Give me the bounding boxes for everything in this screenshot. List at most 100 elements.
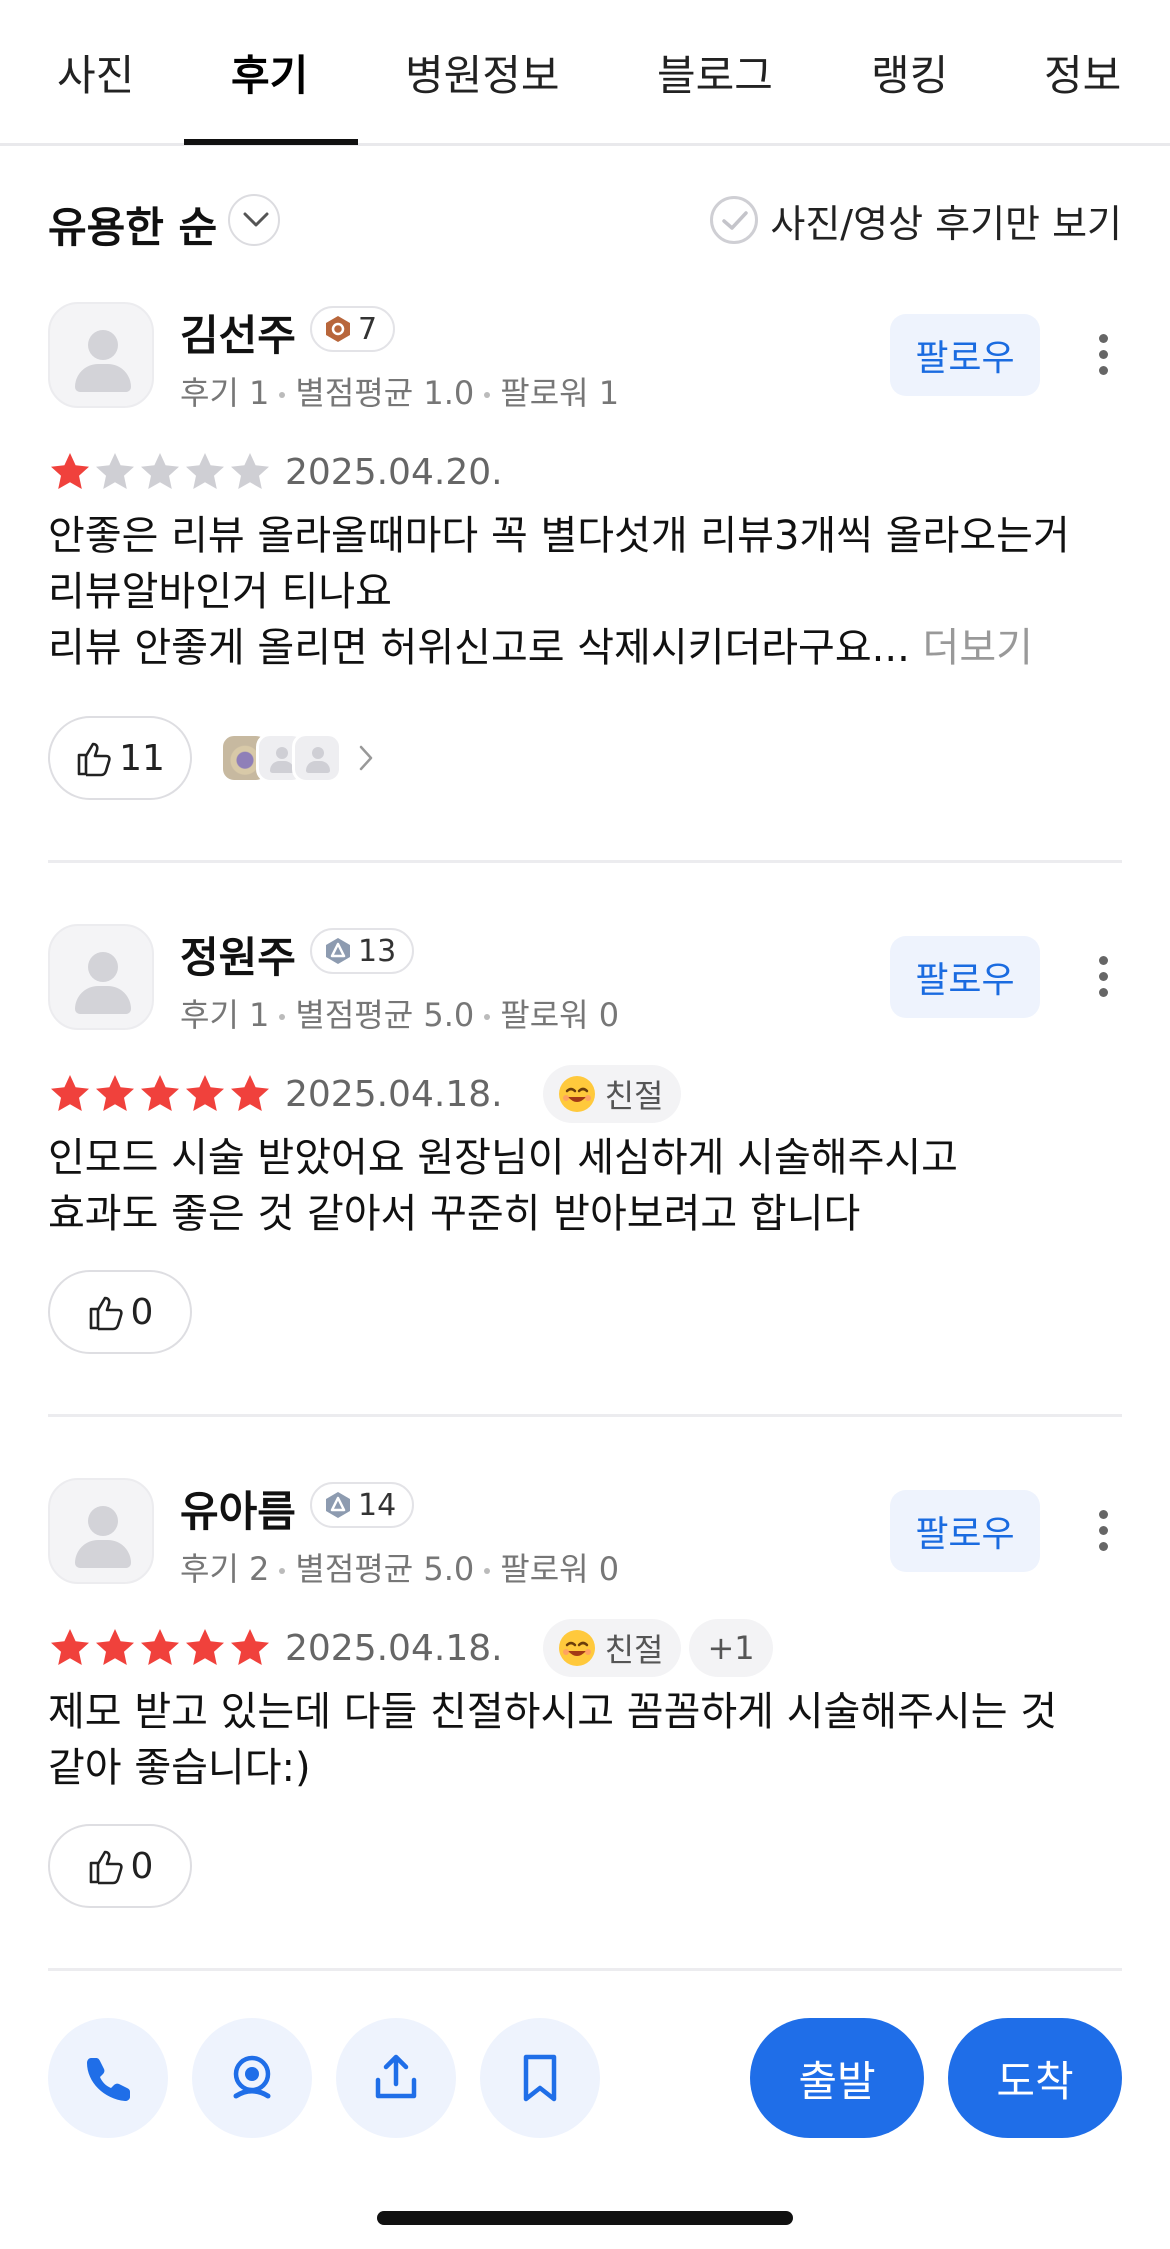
review-text: 인모드 시술 받았어요 원장님이 세심하게 시술해주시고 효과도 좋은 것 같아… [48, 1130, 1138, 1242]
share-button[interactable] [336, 2018, 456, 2138]
review-date: 2025.04.18. [285, 1073, 503, 1115]
depart-button[interactable]: 출발 [750, 2018, 924, 2138]
tab-bar: 사진 후기 병원정보 블로그 랭킹 정보 [0, 0, 1170, 146]
review-text: 안좋은 리뷰 올라올때마다 꼭 별다섯개 리뷰3개씩 올라오는거 리뷰알바인거 … [48, 508, 1138, 676]
star-filled-icon [96, 1629, 134, 1665]
reviewer-name[interactable]: 유아름 [180, 1478, 296, 1539]
home-indicator [377, 2211, 793, 2225]
reviewer-name[interactable]: 김선주 [180, 302, 296, 363]
thumbs-up-icon [89, 1296, 123, 1331]
smiling-face-icon [558, 1076, 595, 1112]
street-view-button[interactable] [192, 2018, 312, 2138]
street-view-icon [233, 2055, 271, 2099]
star-filled-icon [231, 1075, 269, 1111]
tab-blog[interactable]: 블로그 [657, 42, 773, 103]
avatar[interactable] [48, 1478, 154, 1584]
level-badge: 14 [310, 1482, 415, 1528]
share-icon [375, 2054, 417, 2099]
silver-hexagon-icon [326, 938, 350, 964]
review-date: 2025.04.20. [285, 451, 503, 493]
star-filled-icon [141, 1075, 179, 1111]
follower-count: 팔로워 0 [500, 1550, 620, 1588]
tab-hospital-info[interactable]: 병원정보 [405, 42, 560, 103]
divider [48, 1968, 1122, 1971]
likers-preview[interactable] [220, 728, 374, 788]
reviewer-stats: 후기 2 별점평균 5.0 팔로워 0 [180, 1544, 619, 1590]
thumbs-up-icon [77, 742, 111, 777]
level-badge: 7 [310, 306, 396, 352]
review-text-line: 인모드 시술 받았어요 원장님이 세심하게 시술해주시고 [48, 1135, 958, 1181]
star-rating [48, 1072, 273, 1116]
rating-row: 2025.04.18. 친절 +1 [48, 1618, 773, 1678]
smiling-face-icon [558, 1630, 595, 1666]
like-button[interactable]: 11 [48, 716, 192, 800]
chevron-right-icon [359, 745, 373, 771]
reviewer-name[interactable]: 정원주 [180, 924, 296, 985]
review-card: 정원주 13 후기 1 별점평균 5.0 팔로워 0 팔로우 2025.04.18.… [48, 924, 1122, 1364]
photo-video-filter[interactable]: 사진/영상 후기만 보기 [710, 194, 1122, 246]
chevron-down-icon [243, 212, 269, 227]
like-button[interactable]: 0 [48, 1270, 192, 1354]
review-card: 김선주 7 후기 1 별점평균 1.0 팔로워 1 팔로우 2025.04.20. … [48, 302, 1122, 802]
divider [48, 1414, 1122, 1417]
tab-photos[interactable]: 사진 [57, 42, 134, 103]
keyword-label: 친절 [604, 1077, 664, 1115]
call-button[interactable] [48, 2018, 168, 2138]
sort-label[interactable]: 유용한 순 [48, 194, 217, 255]
review-date: 2025.04.18. [285, 1627, 503, 1669]
review-text: 제모 받고 있는데 다들 친절하시고 꼼꼼하게 시술해주시는 것 같아 좋습니다… [48, 1684, 1138, 1796]
bronze-hexagon-icon [326, 316, 350, 342]
like-button[interactable]: 0 [48, 1824, 192, 1908]
rating-row: 2025.04.18. 친절 [48, 1064, 682, 1124]
check-circle-icon [710, 196, 759, 244]
follow-button[interactable]: 팔로우 [890, 314, 1040, 396]
more-options-icon[interactable] [1082, 954, 1122, 1000]
reviewer-stats: 후기 1 별점평균 1.0 팔로워 1 [180, 368, 619, 414]
rating-row: 2025.04.20. [48, 442, 503, 502]
more-options-icon[interactable] [1082, 1508, 1122, 1554]
average-rating: 별점평균 1.0 [295, 374, 475, 412]
like-count: 11 [119, 737, 165, 779]
follow-button[interactable]: 팔로우 [890, 936, 1040, 1018]
average-rating: 별점평균 5.0 [295, 996, 475, 1034]
star-filled-icon [51, 1075, 89, 1111]
review-text-line: 리뷰알바인거 티나요 [48, 569, 392, 615]
more-link[interactable]: 더보기 [923, 625, 1033, 671]
divider [48, 860, 1122, 863]
more-options-icon[interactable] [1082, 332, 1122, 378]
level-badge: 13 [310, 928, 415, 974]
review-text-line: 같아 좋습니다:) [48, 1745, 311, 1791]
star-filled-icon [141, 1629, 179, 1665]
star-empty-icon [141, 453, 179, 489]
tab-ranking[interactable]: 랭킹 [871, 42, 948, 103]
arrive-button[interactable]: 도착 [948, 2018, 1122, 2138]
liker-avatar [292, 733, 342, 783]
avatar[interactable] [48, 924, 154, 1030]
more-keywords-chip[interactable]: +1 [689, 1619, 773, 1677]
avatar[interactable] [48, 302, 154, 408]
review-count: 후기 1 [180, 374, 270, 412]
thumbs-up-icon [89, 1850, 123, 1885]
photo-filter-label: 사진/영상 후기만 보기 [770, 201, 1122, 246]
follower-count: 팔로워 1 [500, 374, 620, 412]
phone-icon [87, 2058, 130, 2101]
review-count: 후기 2 [180, 1550, 270, 1588]
like-count: 0 [130, 1845, 154, 1887]
star-filled-icon [186, 1075, 224, 1111]
keyword-chip: 친절 [542, 1619, 682, 1677]
sort-row: 유용한 순 사진/영상 후기만 보기 [0, 180, 1170, 260]
review-text-line: 효과도 좋은 것 같아서 꾸준히 받아보려고 합니다 [48, 1191, 861, 1237]
follower-count: 팔로워 0 [500, 996, 620, 1034]
tab-info[interactable]: 정보 [1044, 42, 1121, 103]
star-filled-icon [186, 1629, 224, 1665]
star-rating [48, 450, 273, 494]
tab-reviews[interactable]: 후기 [231, 42, 308, 103]
bookmark-button[interactable] [480, 2018, 600, 2138]
active-tab-indicator [184, 139, 358, 145]
sort-dropdown-button[interactable] [228, 194, 280, 246]
review-text-line: 제모 받고 있는데 다들 친절하시고 꼼꼼하게 시술해주시는 것 [48, 1689, 1058, 1735]
like-count: 0 [130, 1291, 154, 1333]
follow-button[interactable]: 팔로우 [890, 1490, 1040, 1572]
star-empty-icon [231, 453, 269, 489]
keyword-chip: 친절 [542, 1065, 682, 1123]
